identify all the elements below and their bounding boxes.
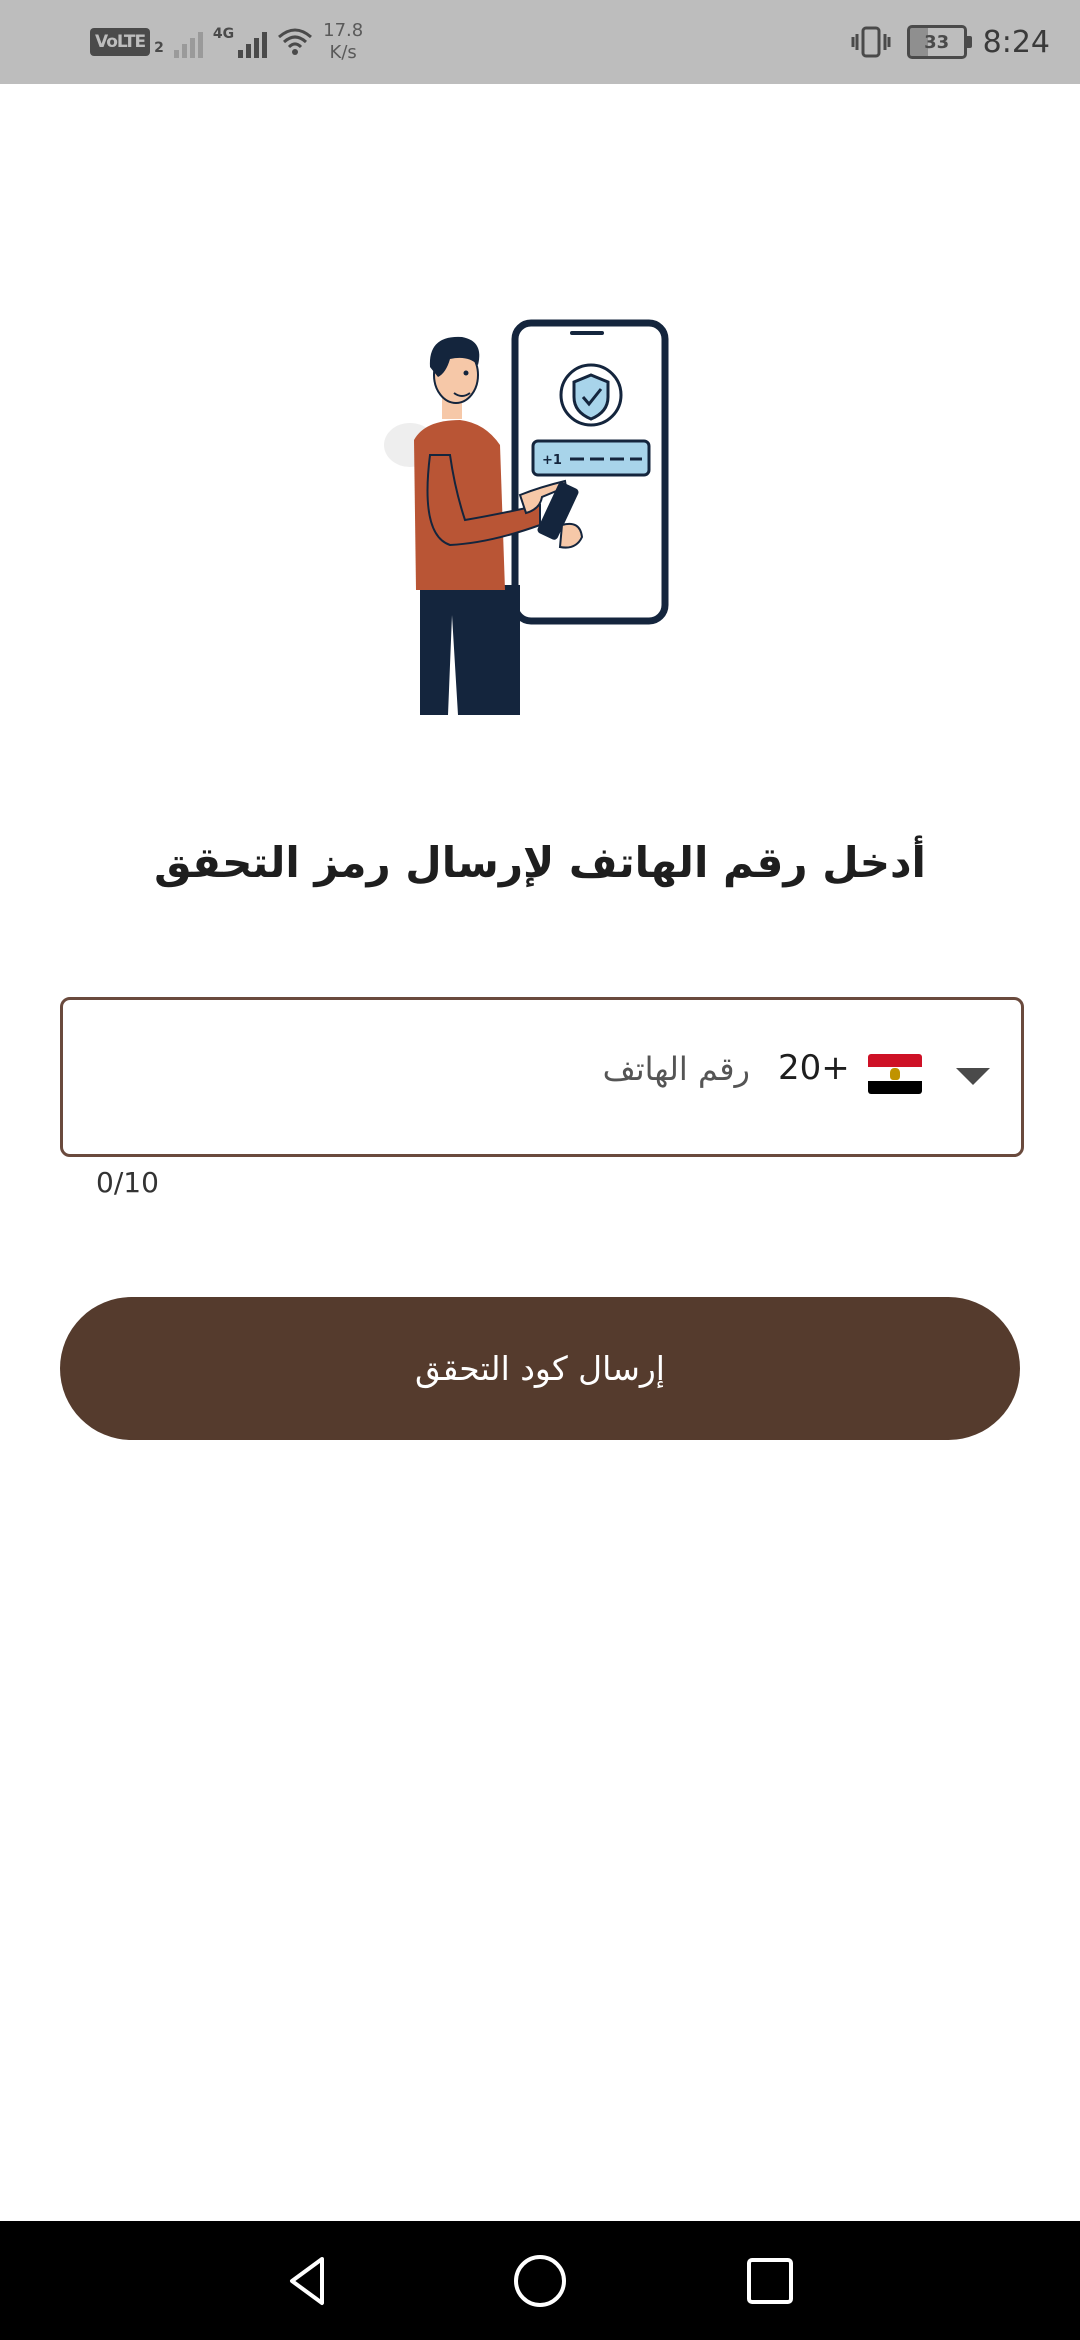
clock: 8:24 bbox=[982, 24, 1050, 60]
network-type-label: 4G bbox=[212, 26, 235, 42]
send-code-button[interactable]: إرسال كود التحقق bbox=[60, 1297, 1020, 1440]
wifi-icon bbox=[278, 28, 313, 55]
back-triangle-icon bbox=[290, 2257, 324, 2305]
vibrate-icon bbox=[851, 26, 891, 58]
signal-sim2-icon bbox=[238, 26, 268, 58]
egypt-flag-icon[interactable] bbox=[868, 1054, 922, 1094]
character-counter: 0/10 bbox=[96, 1166, 159, 1199]
sim-slot-label: 2 bbox=[154, 40, 164, 56]
system-navigation-bar bbox=[0, 2221, 1080, 2340]
battery-level: 33 bbox=[924, 31, 950, 53]
home-circle-icon bbox=[514, 2255, 566, 2307]
chevron-down-icon[interactable] bbox=[956, 1068, 990, 1085]
status-bar: VoLTE 2 4G 17.8 K/s 33 8:24 bbox=[0, 0, 1080, 84]
battery-icon: 33 bbox=[906, 25, 972, 59]
dial-code[interactable]: +20 bbox=[778, 1048, 850, 1088]
network-speed: 17.8 K/s bbox=[323, 20, 364, 63]
home-button[interactable] bbox=[500, 2241, 580, 2321]
back-button[interactable] bbox=[268, 2241, 348, 2321]
recents-button[interactable] bbox=[730, 2241, 810, 2321]
verification-illustration: +1 bbox=[380, 315, 680, 715]
page-title: أدخل رقم الهاتف لإرسال رمز التحقق bbox=[154, 838, 926, 887]
signal-sim1-icon bbox=[173, 26, 203, 58]
phone-number-input[interactable]: رقم الهاتف bbox=[560, 1050, 750, 1088]
volte-icon: VoLTE bbox=[90, 28, 151, 56]
recents-square-icon bbox=[747, 2258, 793, 2304]
code-prefix: +1 bbox=[542, 453, 562, 468]
